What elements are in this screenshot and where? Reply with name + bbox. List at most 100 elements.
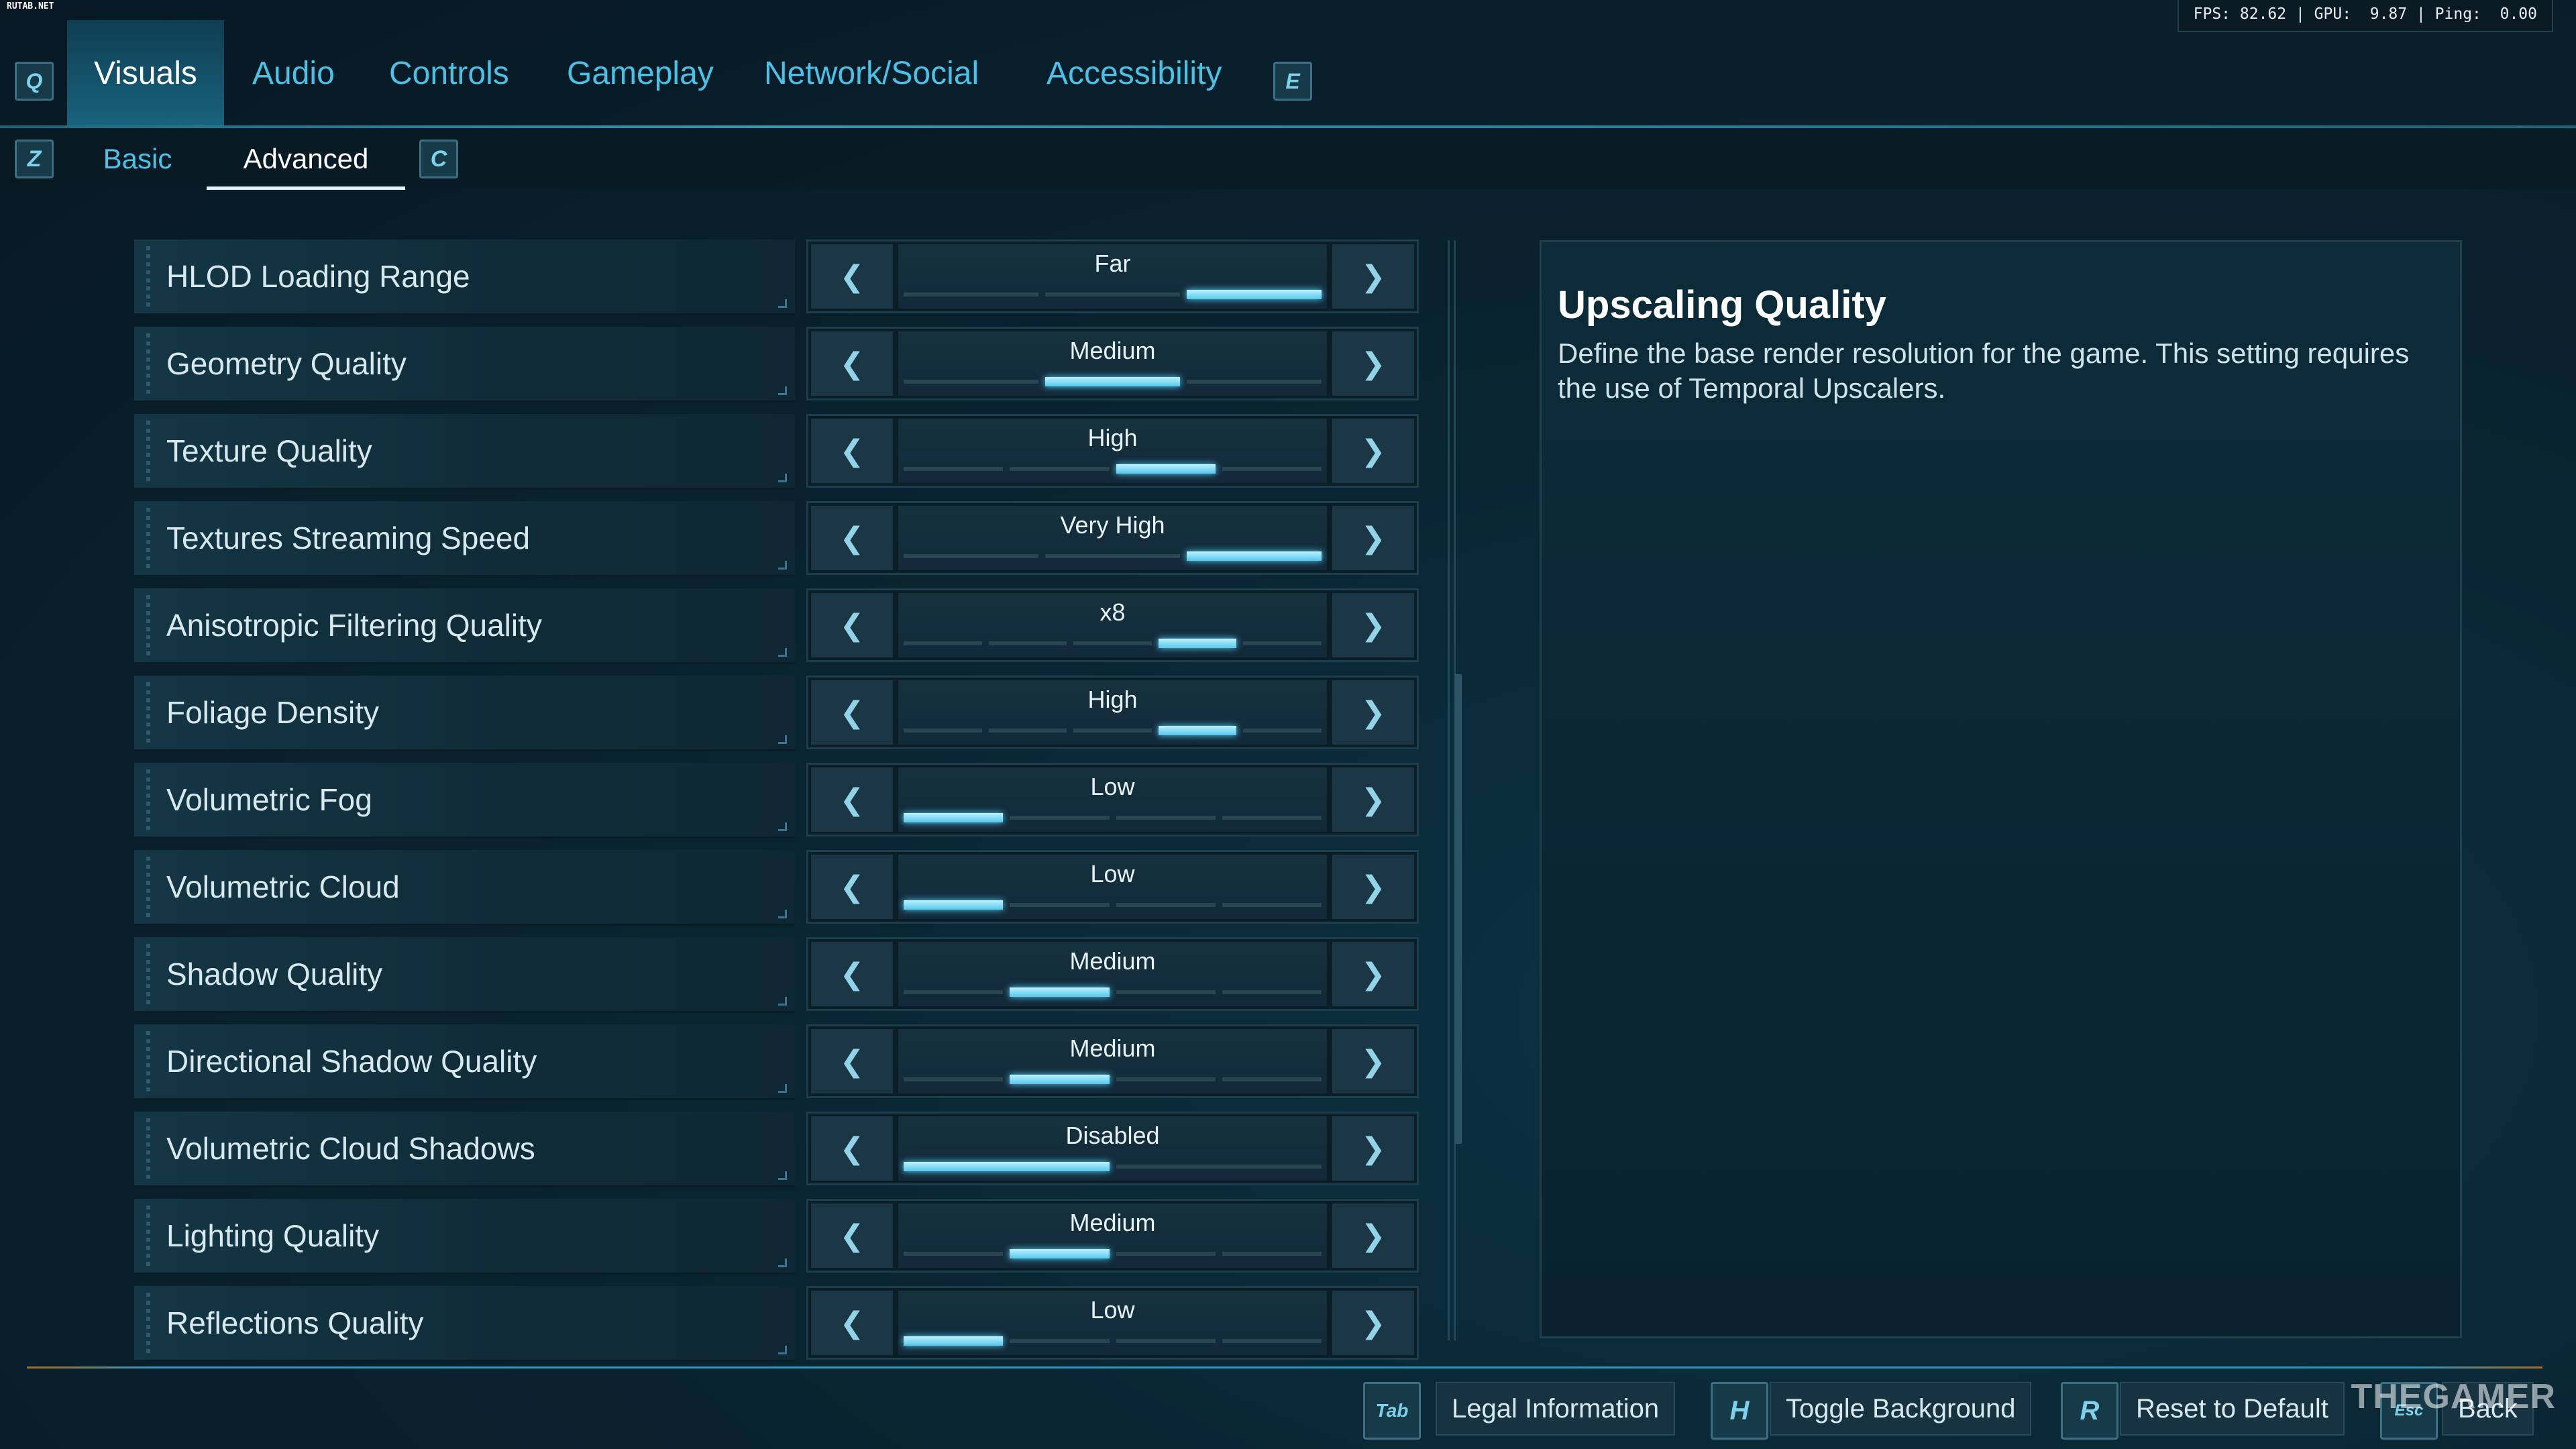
level-indicator bbox=[904, 1075, 1322, 1084]
chevron-left-icon[interactable]: ❮ bbox=[811, 419, 893, 483]
chevron-left-icon[interactable]: ❮ bbox=[811, 244, 893, 309]
value-display: Medium bbox=[898, 331, 1327, 396]
tab-gameplay[interactable]: Gameplay bbox=[567, 20, 714, 126]
level-segment-active bbox=[1010, 1075, 1110, 1084]
chevron-left-icon[interactable]: ❮ bbox=[811, 506, 893, 570]
level-segment bbox=[1222, 1339, 1322, 1343]
level-indicator bbox=[904, 1249, 1322, 1258]
value-selector: ❮ Low ❯ bbox=[806, 763, 1419, 837]
setting-value: Medium bbox=[1069, 1034, 1156, 1062]
setting-value: Medium bbox=[1069, 1209, 1156, 1236]
setting-row[interactable]: Shadow Quality ❮ Medium ❯ bbox=[134, 937, 1419, 1013]
level-segment bbox=[1222, 816, 1322, 820]
value-display: Disabled bbox=[898, 1116, 1327, 1181]
setting-label: Lighting Quality bbox=[166, 1218, 380, 1253]
chevron-left-icon[interactable]: ❮ bbox=[811, 855, 893, 919]
value-selector: ❮ Very High ❯ bbox=[806, 501, 1419, 575]
level-segment bbox=[1073, 641, 1152, 645]
setting-row[interactable]: Texture Quality ❮ High ❯ bbox=[134, 414, 1419, 490]
chevron-right-icon[interactable]: ❯ bbox=[1332, 331, 1414, 396]
chevron-right-icon[interactable]: ❯ bbox=[1332, 1203, 1414, 1268]
subtab-advanced[interactable]: Advanced bbox=[207, 131, 405, 190]
footer-divider bbox=[27, 1366, 2542, 1368]
chevron-right-icon[interactable]: ❯ bbox=[1332, 1116, 1414, 1181]
value-display: Low bbox=[898, 1291, 1327, 1355]
toggle-background-button[interactable]: Toggle Background bbox=[1770, 1382, 2032, 1436]
setting-label: Volumetric Fog bbox=[166, 782, 372, 817]
setting-label: HLOD Loading Range bbox=[166, 259, 470, 294]
chevron-right-icon[interactable]: ❯ bbox=[1332, 1029, 1414, 1093]
setting-label: Texture Quality bbox=[166, 433, 372, 468]
value-selector: ❮ Low ❯ bbox=[806, 850, 1419, 924]
level-indicator bbox=[904, 290, 1322, 299]
setting-row[interactable]: Volumetric Cloud ❮ Low ❯ bbox=[134, 850, 1419, 926]
chevron-right-icon[interactable]: ❯ bbox=[1332, 506, 1414, 570]
chevron-right-icon[interactable]: ❯ bbox=[1332, 680, 1414, 745]
setting-row[interactable]: Foliage Density ❮ High ❯ bbox=[134, 676, 1419, 751]
chevron-left-icon[interactable]: ❮ bbox=[811, 1116, 893, 1181]
value-selector: ❮ Medium ❯ bbox=[806, 327, 1419, 400]
level-segment bbox=[1222, 1077, 1322, 1081]
setting-row[interactable]: HLOD Loading Range ❮ Far ❯ bbox=[134, 239, 1419, 315]
level-segment bbox=[1222, 990, 1322, 994]
chevron-right-icon[interactable]: ❯ bbox=[1332, 855, 1414, 919]
legal-information-button[interactable]: Legal Information bbox=[1436, 1382, 1676, 1436]
chevron-left-icon[interactable]: ❮ bbox=[811, 767, 893, 832]
tab-accessibility[interactable]: Accessibility bbox=[1046, 20, 1222, 126]
value-selector: ❮ x8 ❯ bbox=[806, 588, 1419, 662]
level-segment bbox=[1116, 1165, 1322, 1169]
setting-row[interactable]: Volumetric Fog ❮ Low ❯ bbox=[134, 763, 1419, 839]
value-display: Far bbox=[898, 244, 1327, 309]
chevron-right-icon[interactable]: ❯ bbox=[1332, 419, 1414, 483]
prev-subtab-key[interactable]: Z bbox=[15, 140, 54, 178]
setting-row[interactable]: Textures Streaming Speed ❮ Very High ❯ bbox=[134, 501, 1419, 577]
setting-value: Far bbox=[1094, 250, 1131, 277]
next-tab-key[interactable]: E bbox=[1273, 62, 1312, 101]
chevron-left-icon[interactable]: ❮ bbox=[811, 1029, 893, 1093]
setting-value: Very High bbox=[1060, 511, 1165, 539]
scrollbar-thumb[interactable] bbox=[1455, 674, 1462, 1144]
reset-to-default-button[interactable]: Reset to Default bbox=[2120, 1382, 2345, 1436]
chevron-right-icon[interactable]: ❯ bbox=[1332, 593, 1414, 657]
setting-row[interactable]: Anisotropic Filtering Quality ❮ x8 ❯ bbox=[134, 588, 1419, 664]
chevron-right-icon[interactable]: ❯ bbox=[1332, 244, 1414, 309]
chevron-left-icon[interactable]: ❮ bbox=[811, 680, 893, 745]
chevron-left-icon[interactable]: ❮ bbox=[811, 331, 893, 396]
level-segment-active bbox=[1010, 1249, 1110, 1258]
tab-visuals[interactable]: Visuals bbox=[67, 20, 224, 126]
legal-key-icon: Tab bbox=[1363, 1382, 1421, 1440]
setting-label-box: Volumetric Cloud Shadows bbox=[134, 1112, 795, 1187]
value-display: x8 bbox=[898, 593, 1327, 657]
level-indicator bbox=[904, 1162, 1322, 1171]
subtab-basic[interactable]: Basic bbox=[74, 131, 201, 186]
level-segment bbox=[1116, 990, 1216, 994]
chevron-left-icon[interactable]: ❮ bbox=[811, 593, 893, 657]
setting-value: Medium bbox=[1069, 947, 1156, 975]
tab-network-social[interactable]: Network/Social bbox=[764, 20, 979, 126]
level-segment bbox=[904, 1252, 1004, 1256]
chevron-left-icon[interactable]: ❮ bbox=[811, 1291, 893, 1355]
level-indicator bbox=[904, 639, 1322, 648]
tab-audio[interactable]: Audio bbox=[252, 20, 335, 126]
chevron-right-icon[interactable]: ❯ bbox=[1332, 1291, 1414, 1355]
value-selector: ❮ Medium ❯ bbox=[806, 1199, 1419, 1273]
prev-tab-key[interactable]: Q bbox=[15, 62, 54, 101]
tab-controls[interactable]: Controls bbox=[389, 20, 509, 126]
level-segment bbox=[1222, 903, 1322, 907]
level-segment bbox=[1187, 380, 1322, 384]
next-subtab-key[interactable]: C bbox=[419, 140, 458, 178]
chevron-right-icon[interactable]: ❯ bbox=[1332, 767, 1414, 832]
level-segment bbox=[1045, 554, 1180, 558]
setting-row[interactable]: Directional Shadow Quality ❮ Medium ❯ bbox=[134, 1024, 1419, 1100]
setting-row[interactable]: Geometry Quality ❮ Medium ❯ bbox=[134, 327, 1419, 402]
setting-row[interactable]: Volumetric Cloud Shadows ❮ Disabled ❯ bbox=[134, 1112, 1419, 1187]
setting-label: Directional Shadow Quality bbox=[166, 1044, 537, 1079]
chevron-left-icon[interactable]: ❮ bbox=[811, 942, 893, 1006]
reset-key-icon: R bbox=[2061, 1382, 2118, 1440]
setting-row[interactable]: Lighting Quality ❮ Medium ❯ bbox=[134, 1199, 1419, 1275]
chevron-left-icon[interactable]: ❮ bbox=[811, 1203, 893, 1268]
setting-row[interactable]: Reflections Quality ❮ Low ❯ bbox=[134, 1286, 1419, 1362]
setting-label-box: Anisotropic Filtering Quality bbox=[134, 588, 795, 664]
setting-label: Foliage Density bbox=[166, 695, 380, 730]
chevron-right-icon[interactable]: ❯ bbox=[1332, 942, 1414, 1006]
